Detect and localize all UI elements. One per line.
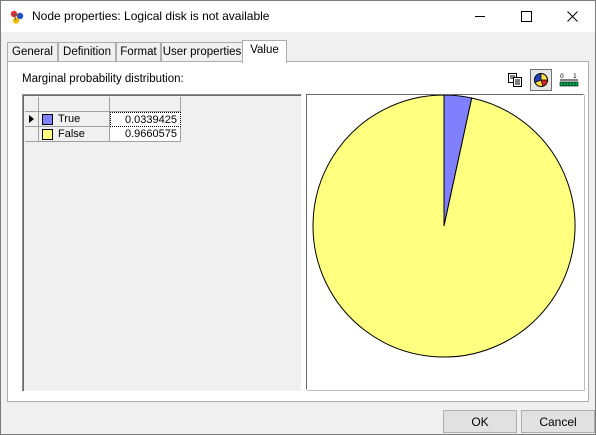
ok-button-label: OK [471,414,489,429]
cancel-button[interactable]: Cancel [521,410,595,433]
probability-cell[interactable]: 0.0339425 [110,112,181,127]
tab-user-properties[interactable]: User properties [161,42,243,62]
state-color-swatch [42,114,53,125]
state-color-swatch [42,129,53,140]
tab-format[interactable]: Format [116,42,161,62]
row-selector[interactable] [25,127,39,142]
state-name: False [58,128,85,140]
grid-header-row [25,97,183,112]
pie-chart-view-button[interactable] [530,69,552,91]
state-cell: False [39,127,110,142]
app-logo-icon [10,10,24,24]
probability-value: 0.0339425 [125,114,177,126]
tab-label: Definition [63,46,111,58]
copy-button[interactable] [504,69,526,91]
tab-label: User properties [162,46,242,58]
state-name: True [58,113,81,125]
tab-definition[interactable]: Definition [58,42,116,62]
minimize-icon [475,16,485,17]
ok-button[interactable]: OK [443,410,517,433]
svg-text:0: 0 [560,73,564,80]
minimize-button[interactable] [457,1,503,32]
state-cell: True [39,112,110,127]
svg-text:1: 1 [573,73,577,80]
value-tab-page: Marginal probability distribution: 0 1 T… [7,61,589,402]
probability-value: 0.9660575 [125,128,177,140]
maximize-icon [520,11,532,22]
close-icon [566,11,578,22]
cancel-button-label: Cancel [539,414,577,429]
probability-table-panel: True 0.0339425 False 0.9660575 [22,94,302,392]
row-header-corner [25,97,39,112]
table-row[interactable]: False 0.9660575 [25,127,183,142]
marginal-distribution-label: Marginal probability distribution: [22,73,184,85]
bar-chart-view-button[interactable]: 0 1 [558,69,580,91]
title-bar[interactable]: Node properties: Logical disk is not ava… [1,1,595,32]
pie-chart [312,95,576,358]
pie-chart-icon [534,73,548,87]
tab-label: Value [250,44,279,56]
probability-cell[interactable]: 0.9660575 [110,127,181,142]
value-column-header [110,97,181,112]
state-column-header [39,97,110,112]
tab-label: Format [120,46,157,58]
maximize-button[interactable] [503,1,549,32]
tab-label: General [12,46,53,58]
window-title: Node properties: Logical disk is not ava… [32,9,270,23]
bar-chart-icon: 0 1 [559,73,579,87]
tab-general[interactable]: General [7,42,58,62]
pie-slice-false [312,95,576,358]
tab-value[interactable]: Value [242,40,287,63]
node-properties-window: Node properties: Logical disk is not ava… [0,0,596,435]
pie-chart-panel [306,94,584,390]
row-selector[interactable] [25,112,39,127]
close-button[interactable] [549,1,595,32]
table-row[interactable]: True 0.0339425 [25,112,183,127]
copy-icon [508,73,522,87]
row-pointer-icon [29,115,34,123]
